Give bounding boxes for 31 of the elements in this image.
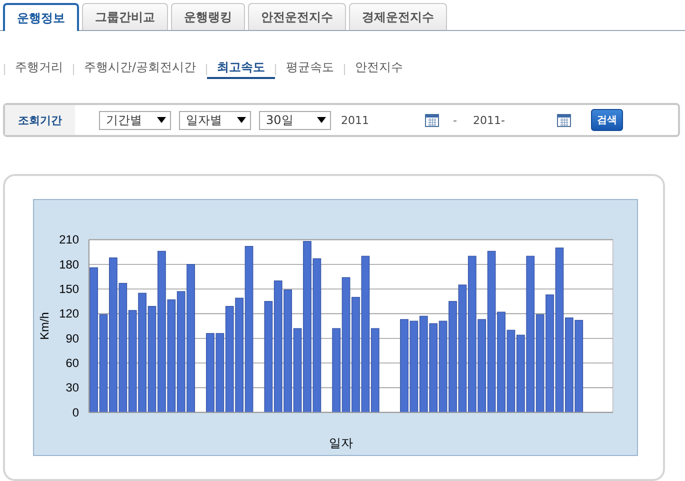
select-field[interactable]: 일자별 [179, 110, 251, 130]
calendar-icon[interactable] [425, 113, 439, 127]
range-separator: - [453, 114, 457, 126]
y-tick-label: 180 [59, 257, 79, 272]
subnav-link[interactable]: 안전지수 [345, 59, 414, 79]
subnav-link[interactable]: 평균속도 [276, 59, 344, 79]
tab[interactable]: 운행정보 [3, 3, 79, 31]
y-tick-label: 120 [59, 306, 79, 321]
y-axis-title: Km/h [37, 312, 52, 340]
tab[interactable]: 운행랭킹 [171, 3, 245, 30]
caret-icon [317, 117, 326, 123]
x-axis-title: 일자 [328, 436, 353, 450]
subnav-link[interactable]: 주행시간/공회전시간 [74, 59, 206, 79]
select-field[interactable]: 기간별 [99, 110, 171, 130]
y-tick-label: 0 [72, 405, 79, 420]
subnav-link[interactable]: 주행거리 [5, 59, 73, 79]
subnav-link[interactable]: 최고속도 [207, 59, 276, 79]
y-tick-label: 60 [66, 356, 79, 370]
select-field[interactable]: 30일 [259, 110, 331, 130]
caret-icon [237, 117, 246, 123]
y-tick-label: 30 [66, 380, 79, 395]
y-tick-label: 90 [66, 331, 79, 346]
search-button[interactable]: 검색 [590, 109, 623, 131]
y-tick-label: 210 [59, 232, 79, 247]
tab[interactable]: 그룹간비교 [82, 3, 168, 30]
tab[interactable]: 안전운전지수 [248, 3, 346, 30]
y-tick-label: 150 [59, 282, 79, 296]
tab[interactable]: 경제운전지수 [349, 3, 447, 30]
calendar-icon[interactable] [556, 113, 571, 127]
filter-label: 조회기간 [5, 105, 75, 135]
caret-icon [157, 117, 166, 123]
